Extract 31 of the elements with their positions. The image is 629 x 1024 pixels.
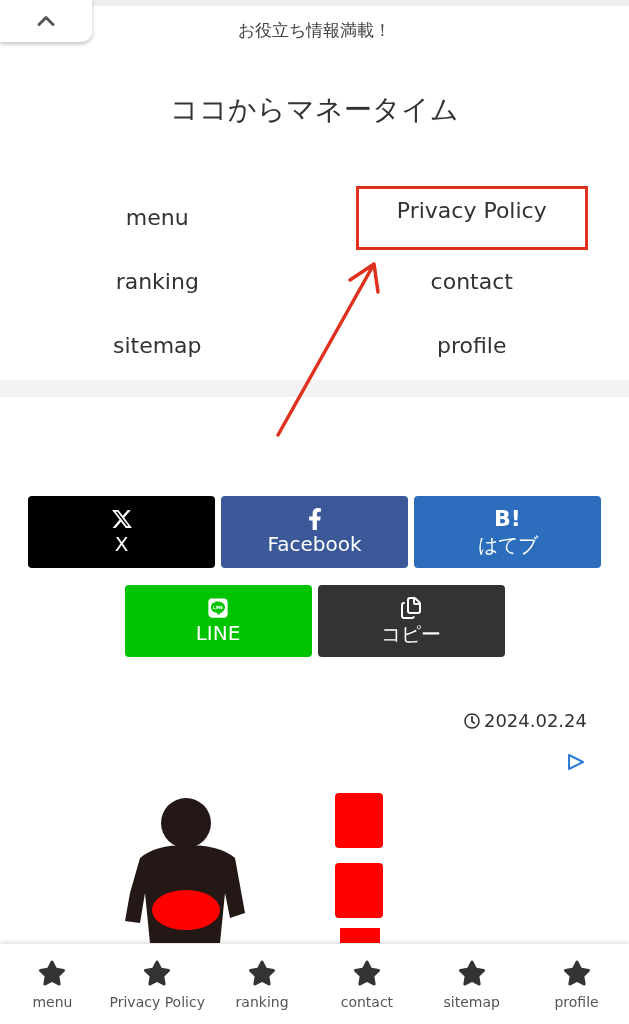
nav-link[interactable]: Privacy Policy — [355, 186, 588, 250]
clock-icon — [463, 713, 480, 729]
hatena-logo-icon: B! — [494, 507, 521, 531]
share-button[interactable]: Facebook — [221, 496, 408, 568]
star-icon — [562, 959, 591, 987]
copy-icon — [399, 596, 423, 620]
star-icon — [352, 959, 381, 987]
x-logo-icon — [110, 508, 133, 530]
star-icon — [143, 959, 172, 987]
bottom-nav-item[interactable]: menu — [0, 944, 105, 1024]
nav-link[interactable]: menu — [125, 203, 189, 233]
nav-link[interactable]: contact — [430, 267, 513, 297]
bottom-nav-item[interactable]: Privacy Policy — [104, 944, 210, 1024]
share-button[interactable]: B! はてブ — [414, 496, 601, 568]
bottom-nav-item[interactable]: contact — [314, 944, 420, 1024]
bottom-nav-item[interactable]: sitemap — [419, 944, 525, 1024]
star-icon — [457, 959, 486, 987]
nav-link[interactable]: ranking — [115, 267, 199, 297]
post-date: 2024.02.24 — [483, 709, 587, 733]
bottom-nav-item[interactable]: profile — [524, 944, 629, 1024]
nav-link[interactable]: sitemap — [112, 331, 202, 361]
star-icon — [38, 959, 67, 987]
nav-link[interactable]: profile — [437, 331, 507, 361]
bottom-nav-item[interactable]: ranking — [209, 944, 315, 1024]
line-logo-icon — [207, 597, 229, 619]
site-title: ココからマネータイム — [170, 92, 459, 128]
share-button[interactable]: X — [28, 496, 215, 568]
star-icon — [248, 959, 277, 987]
ad-choices-icon[interactable] — [567, 753, 585, 771]
tagline: お役立ち情報満載！ — [238, 19, 391, 42]
copy-button[interactable]: コピー — [317, 585, 505, 657]
